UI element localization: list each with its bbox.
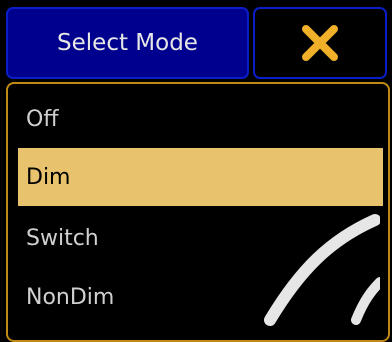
select-mode-title[interactable]: Select Mode <box>6 7 249 79</box>
mode-option-dim[interactable]: Dim <box>18 148 383 206</box>
mode-option-off[interactable]: Off <box>18 90 383 148</box>
mode-option-switch[interactable]: Switch <box>18 209 383 267</box>
mode-list: Off Dim Switch NonDim <box>6 82 390 342</box>
close-button[interactable] <box>253 7 387 79</box>
mode-option-nondim[interactable]: NonDim <box>18 268 383 326</box>
close-x-icon <box>302 25 338 61</box>
dialog-header: Select Mode <box>0 0 392 82</box>
